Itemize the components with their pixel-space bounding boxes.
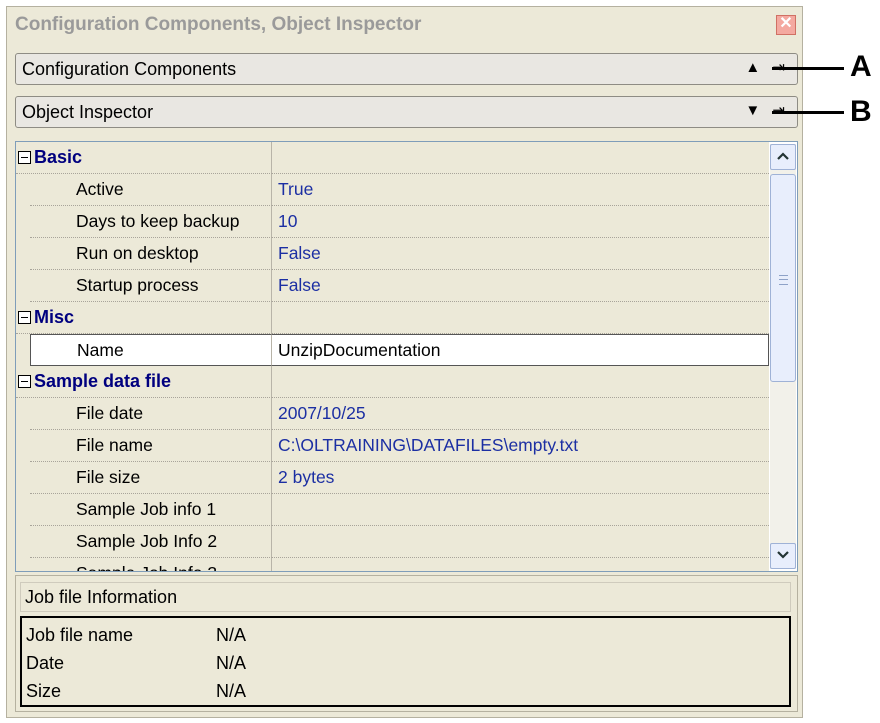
property-row-days-to-keep-backup[interactable]: Days to keep backup 10 (16, 206, 769, 238)
property-row-startup-process[interactable]: Startup process False (16, 270, 769, 302)
property-row-sample-job-info-3[interactable]: Sample Job Info 3 (16, 558, 769, 571)
callout-line-a (772, 67, 844, 70)
configuration-components-panel-header[interactable]: Configuration Components ▲ ⇥ (15, 53, 798, 85)
property-key: Name (30, 334, 272, 366)
info-row-job-file-name: Job file name N/A (26, 620, 246, 650)
property-row-sample-job-info-1[interactable]: Sample Job info 1 (16, 494, 769, 526)
category-label: Misc (16, 302, 272, 334)
info-value: N/A (216, 653, 247, 673)
property-key: Startup process (30, 270, 272, 302)
property-value-input[interactable]: UnzipDocumentation (272, 334, 769, 366)
collapse-icon[interactable] (18, 375, 31, 388)
chevron-up-icon[interactable]: ▲ (745, 59, 764, 76)
property-row-file-date[interactable]: File date 2007/10/25 (16, 398, 769, 430)
property-value[interactable]: 10 (272, 206, 769, 238)
chevron-up-icon (777, 152, 789, 160)
row-gutter (16, 398, 30, 430)
vertical-scrollbar[interactable] (770, 144, 796, 569)
property-row-run-on-desktop[interactable]: Run on desktop False (16, 238, 769, 270)
property-value[interactable]: 2 bytes (272, 462, 769, 494)
category-label: Basic (16, 142, 272, 174)
row-gutter (16, 430, 30, 462)
property-value[interactable]: False (272, 238, 769, 270)
callout-line-b (772, 111, 844, 114)
configuration-components-label: Configuration Components (22, 58, 237, 79)
property-row-file-name[interactable]: File name C:\OLTRAINING\DATAFILES\empty.… (16, 430, 769, 462)
info-label: Job file name (26, 625, 134, 645)
row-gutter (16, 334, 30, 366)
property-row-name[interactable]: Name UnzipDocumentation (16, 334, 769, 366)
row-gutter (16, 494, 30, 526)
property-key: Run on desktop (30, 238, 272, 270)
category-sample-data-file[interactable]: Sample data file (16, 366, 769, 398)
property-value[interactable] (272, 558, 769, 571)
row-gutter (16, 206, 30, 238)
property-value[interactable]: False (272, 270, 769, 302)
inspector-window: Configuration Components, Object Inspect… (6, 6, 803, 718)
property-key: File date (30, 398, 272, 430)
info-row-date: Date N/A (26, 648, 246, 678)
callout-a: A (850, 50, 872, 83)
category-value (272, 366, 769, 398)
property-row-file-size[interactable]: File size 2 bytes (16, 462, 769, 494)
job-file-information-panel: Job file Information Job file name N/A Da… (15, 575, 798, 712)
property-key: Sample Job info 1 (30, 494, 272, 526)
category-misc[interactable]: Misc (16, 302, 769, 334)
category-value (272, 302, 769, 334)
property-key: Sample Job Info 3 (30, 558, 272, 571)
property-key: File size (30, 462, 272, 494)
row-gutter (16, 462, 30, 494)
object-inspector-panel-header[interactable]: Object Inspector ▼ ⇥ (15, 96, 798, 128)
row-gutter (16, 558, 30, 571)
property-key: File name (30, 430, 272, 462)
chevron-down-icon[interactable]: ▼ (745, 102, 764, 119)
scroll-up-button[interactable] (770, 144, 796, 170)
category-sample-data-file-label: Sample data file (34, 371, 172, 391)
window-titlebar[interactable]: Configuration Components, Object Inspect… (7, 7, 802, 43)
property-grid: Basic Active True Days to keep backup 10… (15, 141, 798, 572)
job-file-information-title: Job file Information (20, 582, 791, 612)
row-gutter (16, 238, 30, 270)
property-key: Sample Job Info 2 (30, 526, 272, 558)
property-value[interactable]: C:\OLTRAINING\DATAFILES\empty.txt (272, 430, 769, 462)
property-value[interactable] (272, 494, 769, 526)
callout-b: B (850, 95, 872, 128)
grip-icon (779, 275, 788, 285)
property-value[interactable]: 2007/10/25 (272, 398, 769, 430)
collapse-icon[interactable] (18, 151, 31, 164)
info-label: Date (26, 653, 65, 673)
property-key: Days to keep backup (30, 206, 272, 238)
window-title: Configuration Components, Object Inspect… (15, 14, 422, 35)
property-value[interactable]: True (272, 174, 769, 206)
object-inspector-label: Object Inspector (22, 101, 154, 122)
category-basic-label: Basic (34, 147, 83, 167)
info-value: N/A (216, 681, 247, 701)
close-icon[interactable]: ✕ (776, 15, 796, 35)
property-key: Active (30, 174, 272, 206)
job-file-information-box: Job file name N/A Date N/A Size N/A (20, 616, 791, 707)
row-gutter (16, 174, 30, 206)
row-gutter (16, 270, 30, 302)
scroll-down-button[interactable] (770, 543, 796, 569)
category-label: Sample data file (16, 366, 272, 398)
row-gutter (16, 526, 30, 558)
scroll-thumb[interactable] (770, 174, 796, 382)
category-value (272, 142, 769, 174)
chevron-down-icon (777, 551, 789, 559)
category-misc-label: Misc (34, 307, 75, 327)
info-value: N/A (216, 625, 247, 645)
property-row-sample-job-info-2[interactable]: Sample Job Info 2 (16, 526, 769, 558)
category-basic[interactable]: Basic (16, 142, 769, 174)
property-value[interactable] (272, 526, 769, 558)
info-row-size: Size N/A (26, 676, 246, 706)
property-row-active[interactable]: Active True (16, 174, 769, 206)
info-label: Size (26, 681, 62, 701)
collapse-icon[interactable] (18, 311, 31, 324)
